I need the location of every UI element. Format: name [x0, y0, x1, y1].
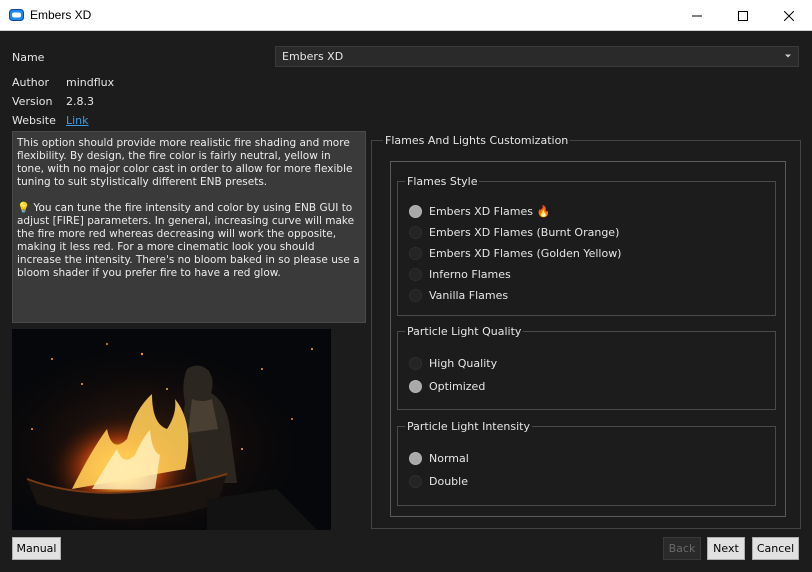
flames-style-title: Flames Style — [405, 175, 480, 188]
description-paragraph-tip: 💡 You can tune the fire intensity and co… — [17, 202, 361, 280]
minimize-icon — [692, 15, 702, 16]
radio-label: Optimized — [429, 379, 486, 393]
window-title: Embers XD — [30, 8, 92, 22]
radio-button[interactable] — [409, 474, 422, 488]
back-button[interactable]: Back — [663, 537, 701, 560]
radio-option[interactable]: Vanilla Flames — [409, 287, 508, 303]
version-label: Version — [12, 95, 53, 108]
radio-option[interactable]: Double — [409, 473, 468, 489]
author-label: Author — [12, 76, 50, 89]
customization-title: Flames And Lights Customization — [383, 134, 571, 147]
chevron-down-icon — [785, 54, 791, 58]
preview-image — [12, 329, 331, 530]
radio-button[interactable] — [409, 451, 422, 465]
description-tip-text: You can tune the fire intensity and colo… — [17, 202, 360, 279]
radio-label: Embers XD Flames (Burnt Orange) — [429, 225, 620, 239]
version-value: 2.8.3 — [66, 95, 94, 108]
name-dropdown[interactable]: Embers XD — [275, 46, 799, 67]
radio-label: Inferno Flames — [429, 267, 511, 281]
description-paragraph: This option should provide more realisti… — [17, 137, 353, 188]
radio-label: Normal — [429, 451, 469, 465]
radio-label: Vanilla Flames — [429, 288, 509, 302]
maximize-button[interactable] — [720, 0, 766, 31]
name-value: Embers XD — [282, 50, 344, 63]
particle-light-intensity-title: Particle Light Intensity — [405, 420, 532, 433]
radio-option[interactable]: Embers XD Flames 🔥 — [409, 203, 550, 219]
minimize-button[interactable] — [674, 0, 720, 31]
radio-label: Embers XD Flames 🔥 — [429, 204, 551, 218]
radio-option[interactable]: High Quality — [409, 355, 497, 371]
radio-option[interactable]: Embers XD Flames (Golden Yellow) — [409, 245, 621, 261]
campfire-illustration — [12, 329, 331, 530]
radio-label: Embers XD Flames (Golden Yellow) — [429, 246, 622, 260]
close-button[interactable] — [766, 0, 812, 31]
radio-option[interactable]: Optimized — [409, 378, 485, 394]
radio-button[interactable] — [409, 225, 422, 239]
radio-label: Double — [429, 474, 468, 488]
website-link[interactable]: Link — [66, 114, 89, 127]
lightbulb-icon: 💡 — [17, 202, 31, 214]
close-icon — [784, 10, 794, 21]
description-box: This option should provide more realisti… — [12, 131, 366, 323]
manual-button[interactable]: Manual — [12, 537, 61, 560]
radio-button[interactable] — [409, 379, 422, 393]
radio-button[interactable] — [409, 356, 422, 370]
radio-button[interactable] — [409, 246, 422, 260]
radio-button[interactable] — [409, 267, 422, 281]
radio-label: High Quality — [429, 356, 498, 370]
author-value: mindflux — [66, 76, 115, 89]
particle-light-quality-title: Particle Light Quality — [405, 325, 524, 338]
radio-option[interactable]: Embers XD Flames (Burnt Orange) — [409, 224, 619, 240]
radio-option[interactable]: Inferno Flames — [409, 266, 511, 282]
next-button[interactable]: Next — [707, 537, 745, 560]
title-bar: Embers XD — [0, 0, 812, 31]
radio-button[interactable] — [409, 288, 422, 302]
radio-option[interactable]: Normal — [409, 450, 469, 466]
particle-light-intensity-group — [397, 426, 776, 506]
cancel-button[interactable]: Cancel — [752, 537, 799, 560]
radio-button[interactable] — [409, 204, 422, 218]
website-label: Website — [12, 114, 56, 127]
app-icon — [9, 9, 24, 21]
name-label: Name — [12, 51, 45, 64]
maximize-icon — [738, 10, 748, 21]
